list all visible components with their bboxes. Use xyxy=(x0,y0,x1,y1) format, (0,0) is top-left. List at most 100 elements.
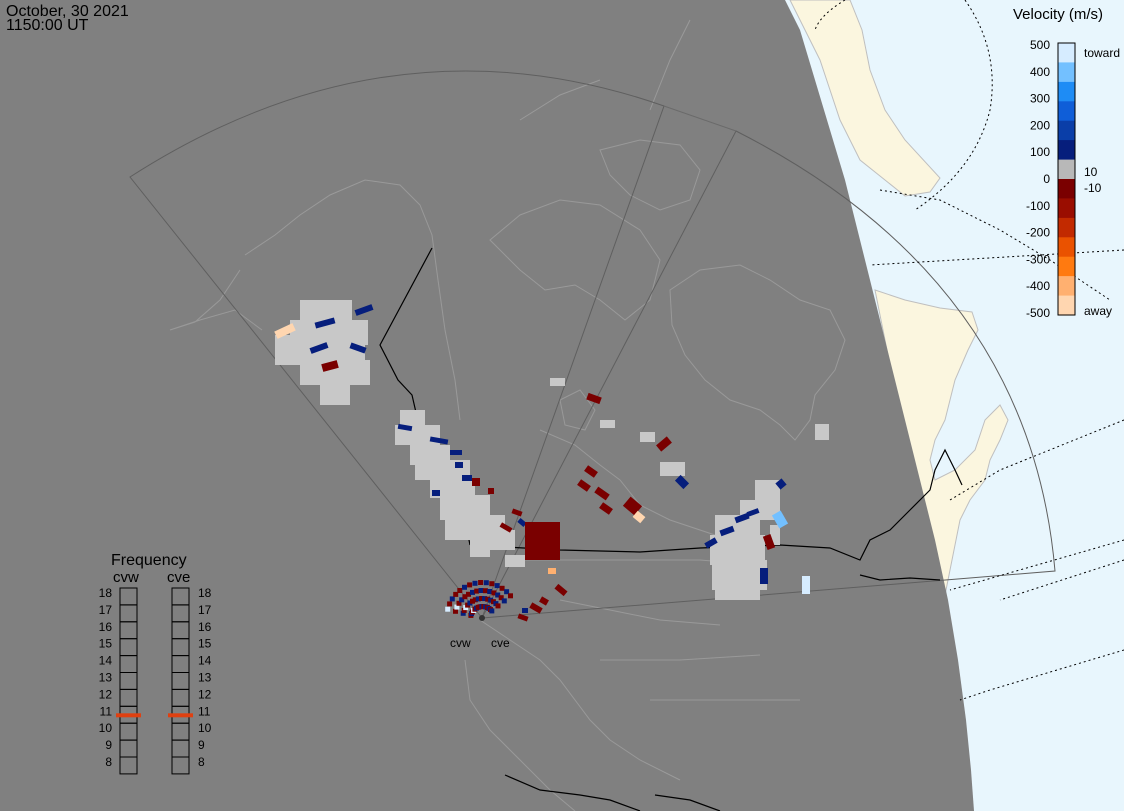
legend-tick: 500 xyxy=(1030,38,1050,52)
frequency-radar-cve: cve xyxy=(167,569,190,586)
velocity-cell xyxy=(495,603,501,609)
legend-threshold-pos: 10 xyxy=(1084,165,1098,179)
velocity-cell xyxy=(478,580,484,585)
frequency-current-marker xyxy=(168,713,193,718)
velocity-cell xyxy=(489,581,495,587)
legend-swatch xyxy=(1058,62,1075,83)
frequency-level-label: 11 xyxy=(198,704,211,718)
ground-scatter-cell xyxy=(715,588,760,600)
frequency-level-label: 10 xyxy=(99,721,113,735)
ground-scatter-cell xyxy=(815,424,829,440)
frequency-level-label: 12 xyxy=(99,687,113,701)
ground-scatter-cell xyxy=(660,462,685,476)
ground-scatter-cell xyxy=(712,560,767,590)
frequency-level-label: 10 xyxy=(198,721,212,735)
velocity-cell xyxy=(462,475,472,481)
frequency-level-label: 8 xyxy=(198,755,205,769)
legend-tick: -400 xyxy=(1026,279,1050,293)
radar-label-cvw: cvw xyxy=(450,636,471,650)
frequency-level-label: 16 xyxy=(99,620,113,634)
legend-threshold-neg: -10 xyxy=(1084,181,1102,195)
legend-swatch xyxy=(1058,295,1075,316)
legend-tick: 100 xyxy=(1030,145,1050,159)
velocity-cell xyxy=(457,588,463,593)
ground-scatter-cell xyxy=(470,545,490,557)
legend-swatch xyxy=(1058,159,1075,180)
velocity-cell xyxy=(508,593,513,599)
frequency-level-label: 9 xyxy=(105,738,112,752)
frequency-level-label: 9 xyxy=(198,738,205,752)
ground-scatter-cell xyxy=(640,432,655,442)
legend-title: Velocity (m/s) xyxy=(1013,6,1103,23)
frequency-level-label: 17 xyxy=(99,603,113,617)
ground-scatter-cell xyxy=(320,385,350,405)
frequency-level-label: 18 xyxy=(99,586,113,600)
legend-swatch xyxy=(1058,101,1075,122)
velocity-cell xyxy=(455,462,463,468)
velocity-cell xyxy=(462,584,467,590)
frequency-level-label: 13 xyxy=(99,671,113,685)
frequency-level-label: 16 xyxy=(198,620,212,634)
legend-tick: -300 xyxy=(1026,252,1050,266)
velocity-cell xyxy=(499,585,505,591)
velocity-cell xyxy=(522,608,528,613)
frequency-level-label: 14 xyxy=(99,654,113,668)
frequency-level-label: 12 xyxy=(198,687,212,701)
map-canvas[interactable]: cvw cve October, 30 2021 1150:00 UT Velo… xyxy=(0,0,1124,811)
legend-tick: 400 xyxy=(1030,65,1050,79)
ground-scatter-cell xyxy=(600,420,615,428)
legend-swatch xyxy=(1058,256,1075,277)
legend-swatch xyxy=(1058,276,1075,297)
legend-swatch xyxy=(1058,217,1075,238)
legend-toward: toward xyxy=(1084,46,1120,60)
frequency-level-label: 18 xyxy=(198,586,212,600)
legend-swatch xyxy=(1058,237,1075,258)
legend-tick: 200 xyxy=(1030,118,1050,132)
legend-swatch xyxy=(1058,179,1075,199)
velocity-cell xyxy=(501,598,507,604)
legend-tick: 0 xyxy=(1043,172,1050,186)
velocity-cell xyxy=(474,588,480,594)
legend-tick: 300 xyxy=(1030,92,1050,106)
legend-swatch xyxy=(1058,43,1075,63)
legend-tick: -500 xyxy=(1026,306,1050,320)
velocity-cell xyxy=(548,568,556,574)
velocity-cell xyxy=(467,582,473,588)
legend-tick: -200 xyxy=(1026,226,1050,240)
velocity-cell xyxy=(432,490,440,496)
legend-away: away xyxy=(1084,304,1112,318)
legend-color-bar xyxy=(1057,42,1076,316)
velocity-cell xyxy=(483,580,489,586)
ground-scatter-cell xyxy=(550,378,565,386)
frequency-level-label: 13 xyxy=(198,671,212,685)
legend-tick: -100 xyxy=(1026,199,1050,213)
radar-site-marker[interactable] xyxy=(479,615,485,621)
velocity-cell xyxy=(450,450,462,455)
velocity-cell xyxy=(540,545,558,559)
legend-swatch xyxy=(1058,198,1075,219)
velocity-cell xyxy=(445,606,451,612)
velocity-cell xyxy=(494,583,500,589)
velocity-cell xyxy=(478,588,484,593)
frequency-level-label: 15 xyxy=(99,637,113,651)
legend-swatch xyxy=(1058,81,1075,102)
legend-swatch xyxy=(1058,140,1075,161)
frequency-level-label: 11 xyxy=(100,704,113,718)
velocity-cell xyxy=(472,580,478,586)
radar-label-cve: cve xyxy=(491,636,510,650)
velocity-cell xyxy=(449,596,455,602)
velocity-cell xyxy=(802,576,810,594)
velocity-cell xyxy=(447,601,453,607)
legend-swatch xyxy=(1058,120,1075,141)
frequency-radar-cvw: cvw xyxy=(113,569,139,586)
velocity-cell xyxy=(472,478,480,486)
frequency-current-marker xyxy=(116,713,141,718)
background xyxy=(0,0,1124,811)
ground-scatter-cell xyxy=(300,300,352,320)
ground-scatter-cell xyxy=(505,555,525,567)
velocity-cell xyxy=(760,568,768,584)
frequency-level-label: 8 xyxy=(105,755,112,769)
frequency-level-label: 14 xyxy=(198,654,212,668)
frequency-level-label: 17 xyxy=(198,603,212,617)
velocity-cell xyxy=(482,588,488,594)
